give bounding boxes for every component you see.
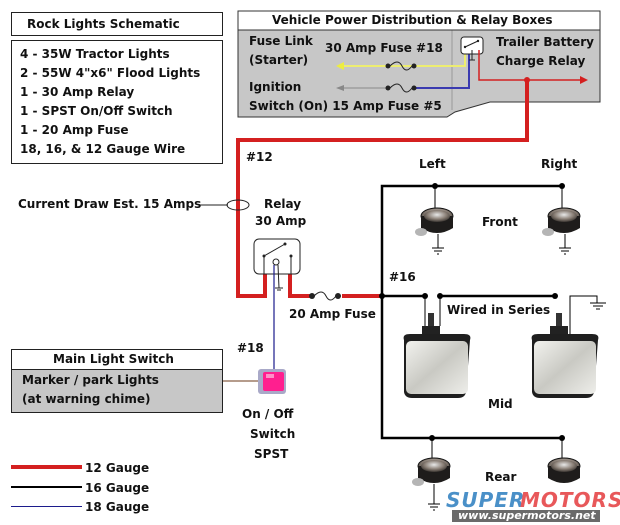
switch-label-1: On / Off	[242, 407, 294, 421]
left-label: Left	[419, 157, 446, 171]
tractor-light-front-left	[415, 186, 454, 255]
marker-park-label: Marker / park Lights	[22, 373, 159, 387]
switch-label-2: Switch	[250, 427, 296, 441]
relay-label-2: 30 Amp	[255, 214, 307, 228]
right-label: Right	[541, 157, 578, 171]
current-draw-label: Current Draw Est. 15 Amps	[18, 197, 202, 211]
main-light-switch-box: Main Light Switch Marker / park Lights (…	[11, 349, 223, 413]
supermotors-watermark: SUPER MOTORS www.supermotors.net	[444, 488, 620, 522]
legend-16-label: 16 Gauge	[85, 481, 150, 495]
watermark-url: www.supermotors.net	[458, 509, 596, 522]
legend-18-label: 18 Gauge	[85, 500, 150, 514]
legend-12-swatch	[11, 465, 82, 469]
switch-label-3: SPST	[254, 447, 289, 461]
rear-label: Rear	[485, 470, 517, 484]
legend-16-swatch	[11, 486, 82, 488]
mid-label: Mid	[488, 397, 513, 411]
gauge-18-label: #18	[237, 341, 264, 355]
gauge-12-label: #12	[246, 150, 273, 164]
legend-12-label: 12 Gauge	[85, 461, 150, 475]
front-label: Front	[482, 215, 518, 229]
fuse-20-label: 20 Amp Fuse	[289, 307, 376, 321]
main-light-switch-title: Main Light Switch	[53, 352, 174, 366]
lights-layer	[403, 186, 599, 511]
main-light-switch-title-row: Main Light Switch	[12, 350, 222, 370]
wired-series-label: Wired in Series	[447, 303, 551, 317]
warning-chime-label: (at warning chime)	[22, 392, 151, 406]
gauge-16-label: #16	[389, 270, 416, 284]
tractor-light-front-right	[542, 186, 581, 255]
tractor-light-rear-right	[547, 438, 581, 483]
legend-18-swatch	[11, 506, 82, 507]
main-light-switch-body: Marker / park Lights (at warning chime)	[12, 370, 222, 412]
flood-light-mid-right	[531, 313, 599, 398]
relay-label-1: Relay	[264, 197, 302, 211]
